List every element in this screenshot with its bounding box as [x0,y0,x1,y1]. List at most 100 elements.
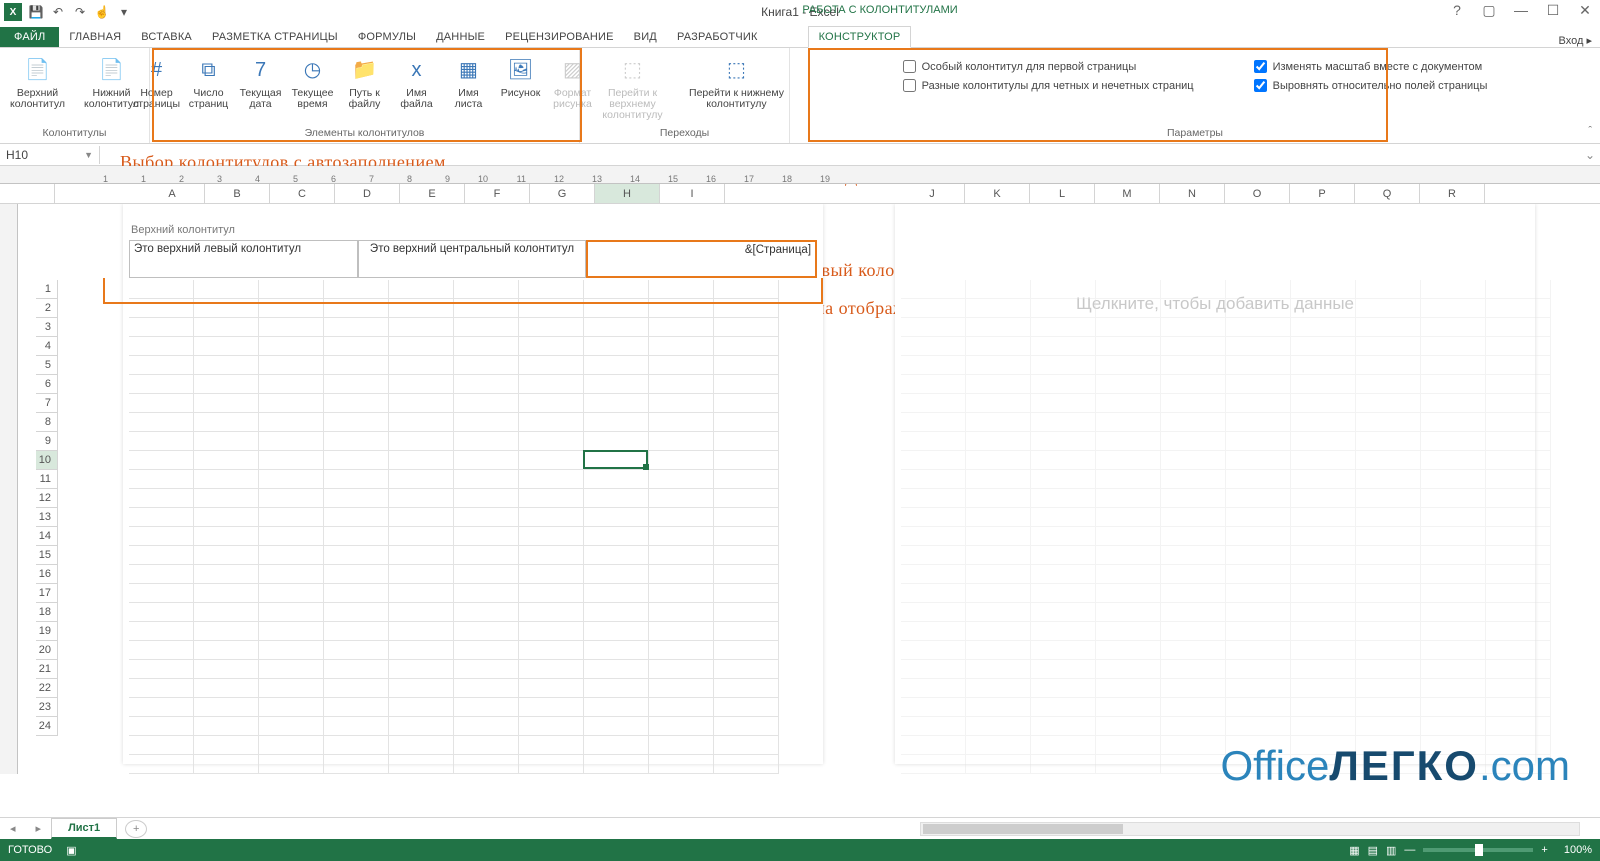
expand-formula-icon[interactable]: ⌄ [1580,148,1600,162]
tab-review[interactable]: РЕЦЕНЗИРОВАНИЕ [495,27,624,47]
view-pagelayout-icon[interactable]: ▤ [1368,844,1378,857]
help-icon[interactable]: ? [1446,2,1468,19]
ribbon-button[interactable]: 7Текущая дата [237,52,285,112]
opt-odd-even[interactable]: Разные колонтитулы для четных и нечетных… [903,79,1194,92]
qat-touch-icon[interactable]: ☝ [94,4,110,20]
column-header[interactable]: Q [1355,184,1420,204]
header-center[interactable]: Это верхний центральный колонтитул [358,240,587,278]
cell-grid[interactable] [901,280,1529,764]
sign-in-link[interactable]: Вход ▸ [1559,34,1592,47]
cell-grid[interactable] [129,280,817,764]
column-header[interactable]: L [1030,184,1095,204]
column-header[interactable]: A [140,184,205,204]
column-header[interactable]: D [335,184,400,204]
ribbon-button[interactable]: 📁Путь к файлу [341,52,389,112]
ribbon-button[interactable]: 🖼Рисунок [497,52,545,112]
page-1: Верхний колонтитул Это верхний левый кол… [123,204,823,764]
ribbon-icon: ⬚ [721,54,753,86]
ribbon-label: Текущая дата [239,88,283,110]
column-header[interactable]: N [1160,184,1225,204]
opt-scale[interactable]: Изменять масштаб вместе с документом [1254,60,1488,73]
column-header[interactable]: F [465,184,530,204]
minimize-icon[interactable]: — [1510,2,1532,19]
checkbox[interactable] [903,60,916,73]
checkbox[interactable] [1254,79,1267,92]
column-header[interactable]: H [595,184,660,204]
checkbox[interactable] [903,79,916,92]
column-header[interactable]: J [900,184,965,204]
header-editor: Это верхний левый колонтитул Это верхний… [129,240,817,278]
name-box[interactable]: H10 ▼ [0,146,100,164]
horizontal-ruler: 112345678910111213141516171819 [0,166,1600,184]
ribbon-button[interactable]: 📄Верхний колонтитул [3,52,73,112]
column-header[interactable]: B [205,184,270,204]
column-header[interactable]: P [1290,184,1355,204]
tab-view[interactable]: ВИД [624,27,667,47]
ribbon-label: Верхний колонтитул [5,88,71,110]
ribbon-button[interactable]: #Номер страницы [133,52,181,112]
grid-wrapper: Верхний колонтитул Это верхний левый кол… [55,204,1600,774]
column-header[interactable]: E [400,184,465,204]
tab-design[interactable]: КОНСТРУКТОР [808,26,912,48]
tab-developer[interactable]: РАЗРАБОТЧИК [667,27,768,47]
checkbox[interactable] [1254,60,1267,73]
vertical-ruler [0,204,18,774]
ribbon-button[interactable]: ▦Имя листа [445,52,493,112]
qat-dropdown-icon[interactable]: ▾ [116,4,132,20]
ribbon-icon: ▦ [453,54,485,86]
tab-data[interactable]: ДАННЫЕ [426,27,495,47]
tab-home[interactable]: ГЛАВНАЯ [59,27,131,47]
ribbon-tabs: ФАЙЛ ГЛАВНАЯ ВСТАВКА РАЗМЕТКА СТРАНИЦЫ Ф… [0,24,1600,48]
column-header[interactable]: C [270,184,335,204]
zoom-out-icon[interactable]: — [1404,844,1415,856]
qat-save-icon[interactable]: 💾 [28,4,44,20]
close-icon[interactable]: ✕ [1574,2,1596,19]
zoom-in-icon[interactable]: + [1541,844,1547,856]
header-left[interactable]: Это верхний левый колонтитул [129,240,358,278]
quick-access-toolbar: X 💾 ↶ ↷ ☝ ▾ [0,3,132,21]
ribbon-icon: 🖼 [505,54,537,86]
column-headers: ABCDEFGHI JKLMNOPQR [0,184,1600,204]
qat-redo-icon[interactable]: ↷ [72,4,88,20]
column-header[interactable]: G [530,184,595,204]
column-header[interactable]: O [1225,184,1290,204]
tab-formulas[interactable]: ФОРМУЛЫ [348,27,426,47]
sheet-nav-prev-icon[interactable]: ◂ [0,822,26,835]
add-sheet-button[interactable]: + [125,820,147,838]
ribbon-button[interactable]: ⧉Число страниц [185,52,233,112]
opt-align[interactable]: Выровнять относительно полей страницы [1254,79,1488,92]
group-options: Особый колонтитул для первой страницы Ра… [790,48,1600,143]
ribbon-options-icon[interactable]: ▢ [1478,2,1500,19]
excel-icon: X [4,3,22,21]
ribbon-label: Номер страницы [133,88,180,110]
tab-pagelayout[interactable]: РАЗМЕТКА СТРАНИЦЫ [202,27,348,47]
view-pagebreak-icon[interactable]: ▥ [1386,844,1396,857]
title-bar: X 💾 ↶ ↷ ☝ ▾ Книга1 - Excel РАБОТА С КОЛО… [0,0,1600,24]
maximize-icon[interactable]: ☐ [1542,2,1564,19]
sheet-nav-next-icon[interactable]: ▸ [26,822,52,835]
column-header[interactable]: M [1095,184,1160,204]
column-header[interactable]: R [1420,184,1485,204]
horizontal-scrollbar[interactable] [920,822,1580,836]
tab-file[interactable]: ФАЙЛ [0,27,59,47]
selected-cell[interactable] [583,450,648,469]
ribbon-icon: ◷ [297,54,329,86]
view-normal-icon[interactable]: ▦ [1349,844,1359,857]
tab-insert[interactable]: ВСТАВКА [131,27,202,47]
ribbon-button[interactable]: xИмя файла [393,52,441,112]
dropdown-icon[interactable]: ▼ [84,150,93,160]
sheet-tab[interactable]: Лист1 [51,818,117,839]
ribbon-button[interactable]: ◷Текущее время [289,52,337,112]
zoom-value[interactable]: 100% [1564,844,1592,856]
opt-first-page[interactable]: Особый колонтитул для первой страницы [903,60,1194,73]
column-header[interactable]: I [660,184,725,204]
qat-undo-icon[interactable]: ↶ [50,4,66,20]
ribbon-button[interactable]: ⬚Перейти к нижнему колонтитулу [687,52,787,123]
zoom-slider[interactable] [1423,848,1533,852]
macro-record-icon[interactable]: ▣ [66,844,76,857]
ribbon-label: Перейти к верхнему колонтитулу [585,88,681,121]
ribbon-collapse-icon[interactable]: ˆ [1588,125,1592,137]
status-ready: ГОТОВО [8,844,52,856]
column-header[interactable]: K [965,184,1030,204]
header-right[interactable]: &[Страница] [586,240,817,278]
